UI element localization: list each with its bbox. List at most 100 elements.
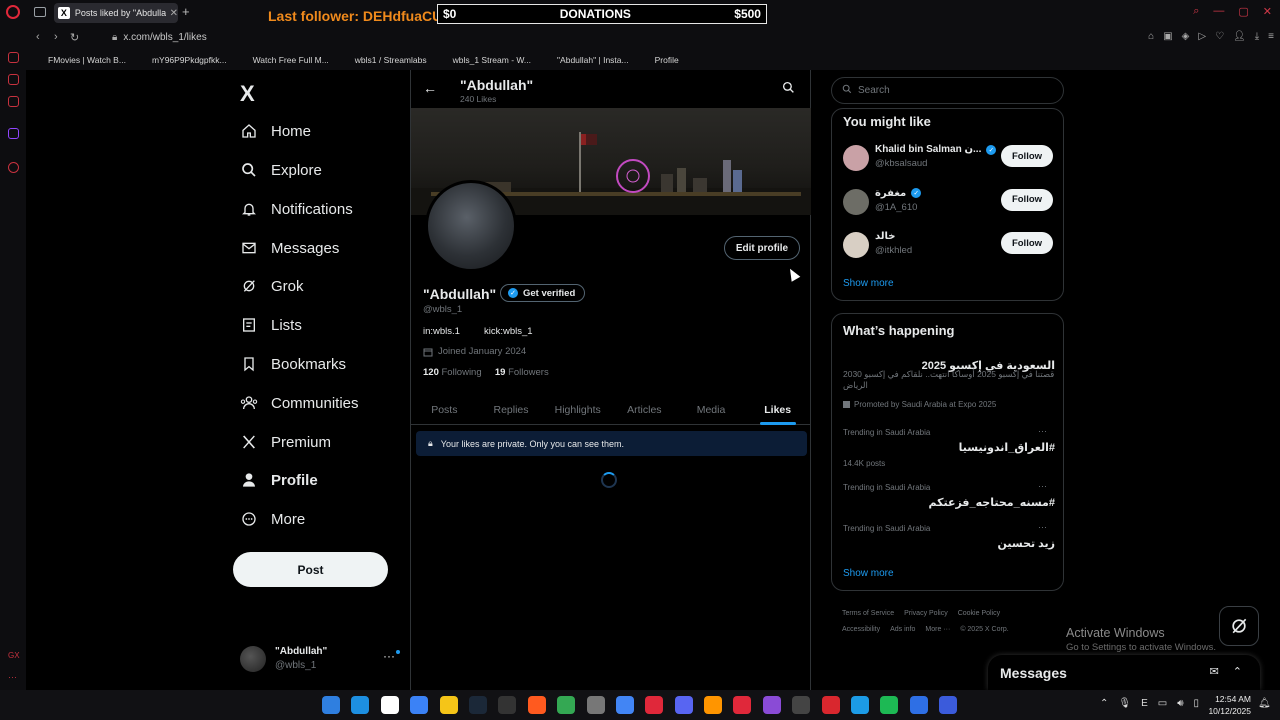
minimize-icon[interactable]: — xyxy=(1213,5,1224,18)
menu-icon[interactable]: ≡ xyxy=(1268,31,1274,42)
tab-media[interactable]: Media xyxy=(678,395,745,424)
taskbar-app-icon[interactable] xyxy=(733,696,752,714)
taskbar-app-icon[interactable] xyxy=(851,696,870,714)
snapshot-icon[interactable]: ▣ xyxy=(1163,31,1172,42)
opera-logo-icon[interactable] xyxy=(6,5,20,19)
taskbar-app-icon[interactable] xyxy=(527,696,546,714)
bookmark-item[interactable]: Profile xyxy=(641,55,679,65)
follow-button[interactable]: Follow xyxy=(1001,188,1053,211)
back-icon[interactable]: ‹ xyxy=(36,31,40,43)
nav-item-home[interactable]: Home xyxy=(240,118,311,144)
gx-icon[interactable]: GX xyxy=(8,651,20,662)
trend-item[interactable]: Trending in Saudi Arabia ··· #مسنه_محتاجه_… xyxy=(843,481,1055,509)
nav-item-messages[interactable]: Messages xyxy=(240,235,339,261)
taskbar-app-icon[interactable] xyxy=(880,696,899,714)
grok-floating-button[interactable] xyxy=(1219,606,1259,646)
speed-dial-icon[interactable] xyxy=(8,74,19,85)
notification-bell-icon[interactable]: 🔔︎ xyxy=(1258,698,1271,709)
edit-profile-button[interactable]: Edit profile xyxy=(724,236,800,260)
tab-highlights[interactable]: Highlights xyxy=(544,395,611,424)
taskbar-app-icon[interactable] xyxy=(762,696,781,714)
account-switcher[interactable]: "Abdullah" @wbls_1 ··· xyxy=(240,644,405,674)
taskbar-app-icon[interactable] xyxy=(704,696,723,714)
nav-item-profile[interactable]: Profile xyxy=(240,467,318,493)
footer-link[interactable]: More ··· xyxy=(925,626,950,633)
player-icon[interactable]: ▷ xyxy=(1198,31,1206,42)
new-tab-icon[interactable]: + xyxy=(182,4,190,19)
taskbar-app-icon[interactable] xyxy=(821,696,840,714)
sidebar-more-icon[interactable]: ··· xyxy=(8,672,17,683)
suggestion-item[interactable]: مغفرة ✓ @1A_610 Follow xyxy=(843,187,1055,219)
close-window-icon[interactable]: ✕ xyxy=(1263,5,1272,18)
more-dots-icon[interactable]: ··· xyxy=(1038,481,1047,491)
taskbar-app-icon[interactable] xyxy=(439,696,458,714)
pin-icon[interactable]: ⌂ xyxy=(1148,31,1154,42)
forward-icon[interactable]: › xyxy=(54,31,58,43)
footer-link[interactable]: Terms of Service xyxy=(842,610,894,617)
bookmark-item[interactable]: mY96P9Pkdgpfkk... xyxy=(138,55,227,65)
taskbar-app-icon[interactable] xyxy=(498,696,517,714)
taskbar-app-icon[interactable] xyxy=(909,696,928,714)
close-tab-icon[interactable]: ✕ xyxy=(170,8,178,19)
footer-link[interactable]: © 2025 X Corp. xyxy=(960,626,1008,633)
taskbar-app-icon[interactable] xyxy=(615,696,634,714)
taskbar-app-icon[interactable] xyxy=(410,696,429,714)
messages-drawer[interactable]: Messages ✉ ⌃ xyxy=(988,655,1260,690)
browser-search-icon[interactable]: ⌕ xyxy=(1193,5,1199,18)
taskbar-app-icon[interactable] xyxy=(380,696,399,714)
trend-item[interactable]: Trending in Saudi Arabia ··· #العراق_اندون… xyxy=(843,426,1055,468)
more-dots-icon[interactable]: ··· xyxy=(1038,522,1047,532)
follow-button[interactable]: Follow xyxy=(1001,232,1053,254)
trend-item[interactable]: Trending in Saudi Arabia ··· زيد تحسين xyxy=(843,522,1055,550)
browser-tab-active[interactable]: X Posts liked by "Abdullah" ✕ xyxy=(54,3,178,23)
taskbar-app-icon[interactable] xyxy=(939,696,958,714)
nav-item-notifications[interactable]: Notifications xyxy=(240,196,353,222)
taskbar-app-icon[interactable] xyxy=(557,696,576,714)
nav-item-premium[interactable]: Premium xyxy=(240,429,331,455)
download-icon[interactable]: ⤓ xyxy=(1255,31,1259,42)
nav-item-more[interactable]: More xyxy=(240,506,305,532)
back-arrow-icon[interactable]: ← xyxy=(423,80,437,96)
follow-button[interactable]: Follow xyxy=(1001,145,1053,167)
show-more-link[interactable]: Show more xyxy=(843,278,894,289)
show-more-trends-link[interactable]: Show more xyxy=(843,568,894,579)
bookmark-item[interactable]: wbls_1 Stream - W... xyxy=(439,55,531,65)
aria-icon[interactable] xyxy=(8,52,19,63)
footer-link[interactable]: Accessibility xyxy=(842,626,880,633)
maximize-icon[interactable]: ▢ xyxy=(1238,5,1248,18)
suggestion-item[interactable]: Khalid bin Salman ن... ✓ @kbsalsaud Follow xyxy=(843,143,1055,175)
volume-icon[interactable]: 🔊︎ xyxy=(1177,698,1183,709)
search-input[interactable]: Search xyxy=(831,77,1064,104)
tab-likes[interactable]: Likes xyxy=(744,395,811,425)
messenger-icon[interactable] xyxy=(8,96,19,107)
tray-chevron-icon[interactable]: ⌃ xyxy=(1100,698,1108,709)
taskbar-app-icon[interactable] xyxy=(351,696,370,714)
vpn-icon[interactable]: ◈ xyxy=(1182,31,1190,42)
windows-start-icon[interactable] xyxy=(322,696,340,714)
tab-islands-icon[interactable] xyxy=(34,7,46,17)
footer-link[interactable]: Ads info xyxy=(890,626,915,633)
network-icon[interactable]: ▭ xyxy=(1158,698,1167,709)
url-field[interactable]: 🔒︎ x.com/wbls_1/likes xyxy=(112,32,207,43)
taskbar-app-icon[interactable] xyxy=(468,696,487,714)
profile-avatar[interactable] xyxy=(425,180,517,272)
battery-icon[interactable]: ▯ xyxy=(1194,698,1200,709)
mic-icon[interactable]: 🎙︎ xyxy=(1118,698,1131,709)
taskbar-app-icon[interactable] xyxy=(792,696,811,714)
more-dots-icon[interactable]: ··· xyxy=(383,649,395,663)
bookmark-item[interactable]: FMovies | Watch B... xyxy=(34,55,126,65)
bookmark-item[interactable]: Watch Free Full M... xyxy=(239,55,329,65)
new-message-icon[interactable]: ✉ xyxy=(1210,665,1219,678)
post-button[interactable]: Post xyxy=(233,552,388,587)
suggestion-item[interactable]: خالد @itkhled Follow xyxy=(843,230,1055,262)
expand-drawer-icon[interactable]: ⌃ xyxy=(1233,665,1242,678)
following-link[interactable]: 120 Following xyxy=(423,367,482,378)
nav-item-lists[interactable]: Lists xyxy=(240,312,302,338)
taskbar-app-icon[interactable] xyxy=(674,696,693,714)
taskbar-clock[interactable]: 12:54 AM 10/12/2025 xyxy=(1205,693,1251,717)
bookmark-item[interactable]: wbls1 / Streamlabs xyxy=(341,55,427,65)
settings-icon[interactable] xyxy=(8,162,19,173)
tab-articles[interactable]: Articles xyxy=(611,395,678,424)
footer-link[interactable]: Privacy Policy xyxy=(904,610,948,617)
get-verified-button[interactable]: ✓ Get verified xyxy=(500,284,586,302)
